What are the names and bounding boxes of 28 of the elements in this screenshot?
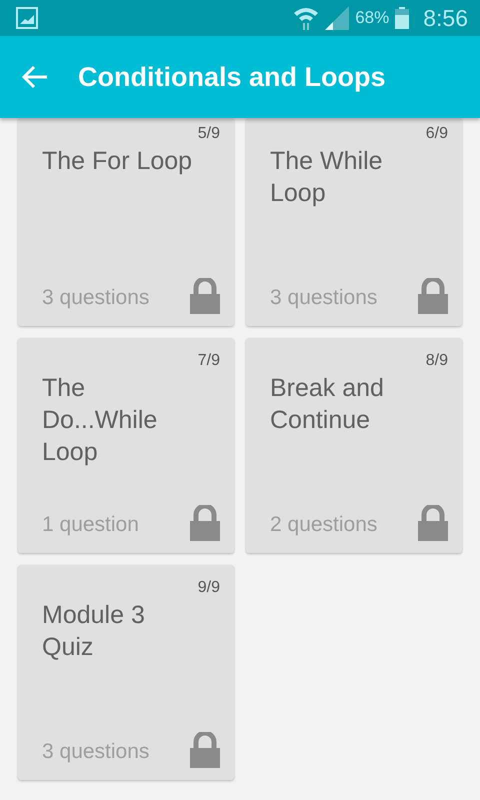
wifi-icon	[293, 5, 320, 31]
lesson-title: Break and Continue	[270, 373, 385, 436]
lesson-number: 7/9	[198, 352, 220, 370]
lesson-card[interactable]: 6/9 The While Loop 3 questions	[246, 118, 462, 326]
lesson-number: 8/9	[426, 352, 448, 370]
lesson-number: 9/9	[198, 579, 220, 597]
lesson-card[interactable]: 8/9 Break and Continue 2 questions	[246, 338, 462, 553]
lesson-title: Module 3 Quiz	[42, 600, 146, 663]
question-count: 2 questions	[270, 513, 378, 537]
lesson-card[interactable]: 9/9 Module 3 Quiz 3 questions	[18, 565, 234, 780]
battery-icon	[395, 7, 410, 29]
question-count: 3 questions	[270, 286, 378, 310]
lesson-number: 6/9	[426, 125, 448, 143]
signal-icon	[325, 6, 350, 30]
lesson-number: 5/9	[198, 125, 220, 143]
question-count: 3 questions	[42, 740, 150, 764]
lesson-card[interactable]: 7/9 The Do...While Loop 1 question	[18, 338, 234, 553]
lesson-card[interactable]: 5/9 The For Loop 3 questions	[18, 118, 234, 326]
lesson-title: The Do...While Loop	[42, 373, 158, 468]
question-count: 3 questions	[42, 286, 150, 310]
lesson-title: The For Loop	[42, 146, 194, 177]
clock-time: 8:56	[423, 4, 468, 32]
back-arrow-icon[interactable]	[22, 65, 48, 89]
lesson-title: The While Loop	[270, 146, 384, 209]
picture-notification-icon	[16, 7, 38, 29]
question-count: 1 question	[42, 513, 139, 537]
battery-percentage: 68%	[355, 8, 390, 28]
screen-title: Conditionals and Loops	[78, 62, 386, 92]
